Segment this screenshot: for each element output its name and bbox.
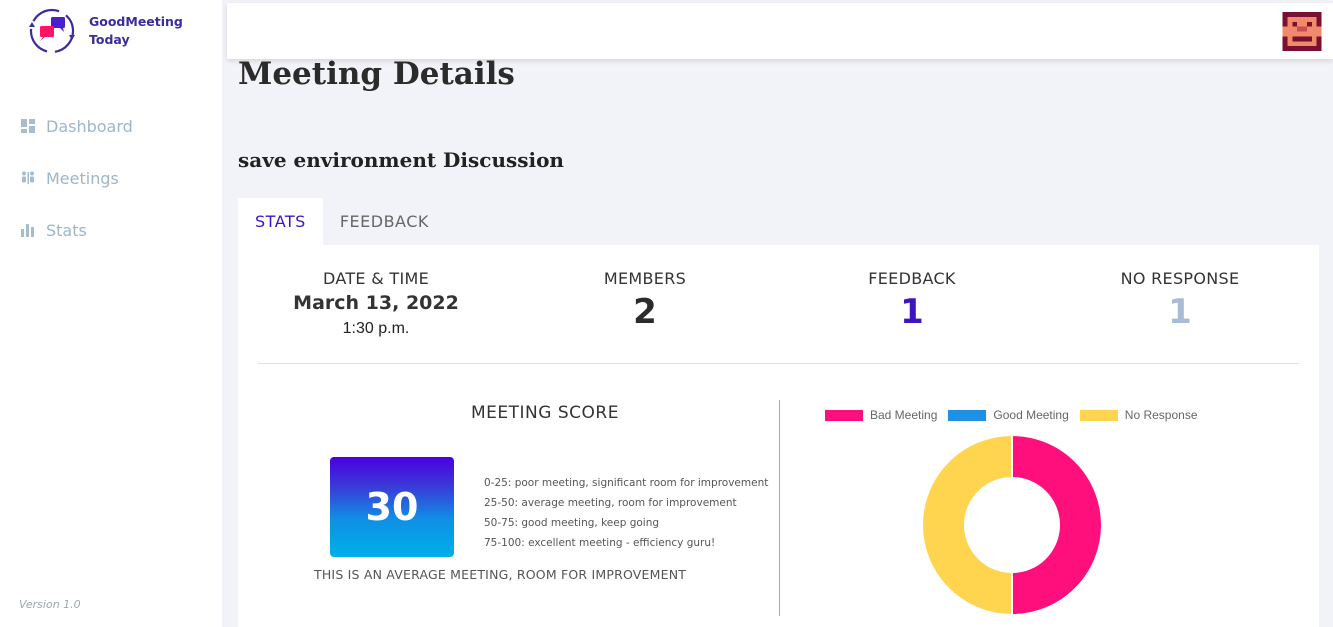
legend-item-good[interactable]: Good Meeting [948, 408, 1069, 422]
sidebar-item-dashboard[interactable]: Dashboard [0, 100, 222, 152]
stat-label: DATE & TIME [323, 269, 429, 288]
logo-icon [29, 8, 75, 54]
legend-label: Bad Meeting [870, 408, 938, 422]
score-value: 30 [365, 485, 419, 529]
stat-members: MEMBERS 2 [525, 269, 765, 332]
legend-label: Good Meeting [993, 408, 1069, 422]
tab-feedback[interactable]: FEEDBACK [323, 198, 446, 245]
logo-line1: GoodMeeting [89, 14, 183, 29]
score-range: 25-50: average meeting, room for improve… [484, 497, 737, 509]
bar-chart-icon [21, 224, 34, 237]
sidebar-item-label: Meetings [46, 168, 119, 188]
stat-label: NO RESPONSE [1120, 269, 1240, 288]
legend-item-no-response[interactable]: No Response [1079, 408, 1198, 422]
meeting-time: 1:30 p.m. [342, 320, 410, 337]
legend-swatch [948, 409, 987, 421]
sidebar-item-label: Dashboard [46, 116, 133, 136]
score-badge: 30 [330, 457, 454, 557]
score-range: 50-75: good meeting, keep going [484, 517, 660, 529]
donut-slice-no-response[interactable] [921, 434, 1013, 616]
members-count: 2 [633, 292, 657, 332]
vertical-divider [779, 400, 780, 616]
meeting-score-title: MEETING SCORE [471, 403, 619, 423]
stat-label: MEMBERS [603, 269, 687, 288]
sidebar-item-meetings[interactable]: Meetings [0, 152, 222, 204]
dashboard-icon [21, 119, 35, 133]
no-response-count: 1 [1168, 292, 1192, 332]
sidebar-nav: Dashboard Meetings Stats [0, 100, 222, 256]
app-logo[interactable]: GoodMeeting Today [26, 6, 216, 56]
legend-swatch [825, 409, 863, 421]
divider [258, 363, 1299, 364]
meeting-name: save environment Discussion [238, 148, 564, 172]
feedback-donut-chart [921, 434, 1103, 616]
logo-line2: Today [89, 32, 130, 47]
legend-label: No Response [1124, 408, 1198, 422]
stat-label: FEEDBACK [868, 269, 956, 288]
tab-stats[interactable]: STATS [238, 198, 323, 245]
version-label: Version 1.0 [19, 598, 81, 611]
tab-bar: STATS FEEDBACK [238, 198, 446, 245]
legend-item-bad[interactable]: Bad Meeting [825, 408, 937, 422]
stat-date-time: DATE & TIME March 13, 2022 1:30 p.m. [256, 269, 496, 338]
donut-slice-bad-meeting[interactable] [1011, 434, 1103, 616]
sidebar: GoodMeeting Today Dashboard Meetings Sta… [0, 0, 222, 627]
meetings-icon [22, 171, 34, 184]
score-range: 0-25: poor meeting, significant room for… [484, 477, 769, 489]
score-legend: 0-25: poor meeting, significant room for… [484, 473, 768, 553]
score-caption: THIS IS AN AVERAGE MEETING, ROOM FOR IMP… [314, 567, 687, 582]
feedback-count: 1 [900, 292, 924, 332]
logo-text: GoodMeeting Today [89, 13, 183, 49]
stat-no-response: NO RESPONSE 1 [1060, 269, 1300, 332]
page-title: Meeting Details [238, 56, 515, 92]
legend-swatch [1079, 409, 1118, 421]
top-bar [227, 3, 1333, 59]
score-range: 75-100: excellent meeting - efficiency g… [484, 537, 716, 549]
meeting-date: March 13, 2022 [293, 292, 459, 314]
sidebar-item-stats[interactable]: Stats [0, 204, 222, 256]
stat-feedback: FEEDBACK 1 [792, 269, 1032, 332]
chart-legend: Bad Meeting Good Meeting No Response [825, 408, 1209, 422]
sidebar-item-label: Stats [46, 220, 87, 240]
stats-card: DATE & TIME March 13, 2022 1:30 p.m. MEM… [238, 245, 1319, 627]
user-avatar[interactable] [1282, 12, 1322, 51]
